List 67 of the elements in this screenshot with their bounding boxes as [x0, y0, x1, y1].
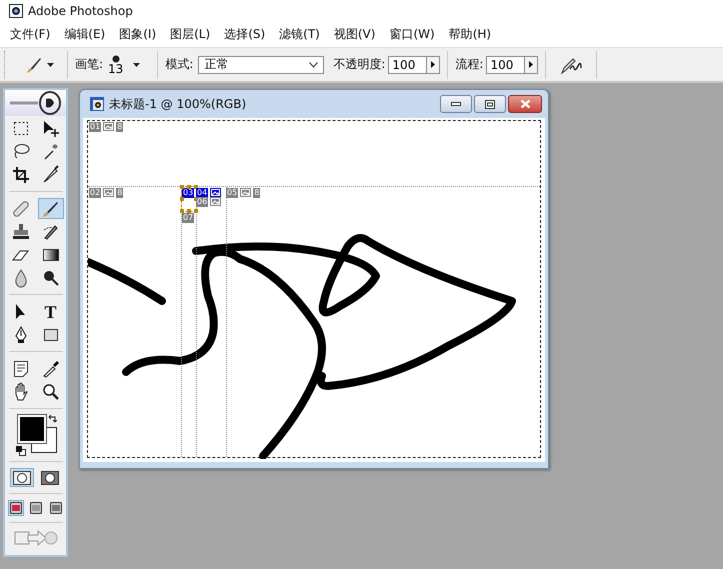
menu-item[interactable]: 帮助(H) — [448, 26, 492, 43]
slice-badge: 8 — [116, 188, 124, 198]
mode-dropdown[interactable]: 正常 — [198, 56, 324, 74]
foreground-color-swatch[interactable] — [18, 415, 46, 443]
mask-mode-button[interactable] — [10, 468, 34, 487]
slice-number: 03 — [182, 188, 194, 198]
slice-number: 04 — [196, 188, 208, 198]
window-icon — [30, 502, 42, 514]
triangle-icon — [431, 61, 436, 68]
slice-number: 02 — [89, 188, 102, 198]
brush-size: 13 — [108, 62, 124, 74]
tool-button[interactable]: T — [38, 301, 64, 322]
standard-mode-icon — [12, 470, 30, 484]
mode-label: 模式: — [165, 56, 194, 73]
slice-number: 05 — [226, 188, 238, 198]
swap-arrows-icon[interactable] — [46, 414, 56, 424]
document-title: 未标题-1 @ 100%(RGB) — [109, 96, 246, 112]
menu-item[interactable]: 编辑(E) — [64, 26, 106, 43]
window-icon — [50, 502, 62, 514]
screen-mode-button[interactable] — [8, 500, 24, 516]
app-title: Adobe Photoshop — [28, 4, 133, 18]
menu-item[interactable]: 选择(S) — [224, 26, 266, 43]
default-colors-icon[interactable] — [16, 446, 26, 456]
maximize-icon — [485, 100, 495, 108]
stamp-icon — [10, 222, 30, 242]
slice-number: 06 — [196, 197, 208, 207]
menu-item[interactable]: 文件(F) — [10, 26, 50, 43]
jump-arrow-icon — [14, 529, 58, 547]
tool-button[interactable] — [38, 198, 64, 219]
menu-item[interactable]: 视图(V) — [334, 26, 376, 43]
minimize-icon — [451, 102, 461, 106]
slice-knife-icon — [40, 164, 60, 184]
app-icon — [9, 4, 23, 18]
slider-popup-button[interactable] — [524, 56, 538, 74]
chevron-icon — [309, 62, 318, 68]
menu-item[interactable]: 窗口(W) — [389, 26, 435, 43]
eyedropper-icon — [40, 358, 60, 378]
screen-mode-button[interactable] — [28, 500, 44, 516]
close-button[interactable] — [508, 95, 542, 113]
triangle-icon — [529, 61, 534, 68]
slice-badge: 8 — [253, 188, 260, 198]
brush-picker[interactable]: 13 — [108, 54, 140, 74]
flow-label: 流程: — [455, 56, 484, 73]
caret-icon — [47, 62, 54, 66]
flow-field[interactable]: 100 — [486, 56, 526, 74]
close-icon — [520, 99, 530, 109]
maximize-button[interactable] — [474, 95, 506, 113]
quick-mask-icon — [40, 470, 58, 484]
crop-icon — [10, 164, 30, 184]
window-icon — [10, 502, 22, 514]
screen-mode-button[interactable] — [48, 500, 64, 516]
document-icon — [89, 96, 105, 112]
menu-item[interactable]: 图象(I) — [119, 26, 156, 43]
opacity-field[interactable]: 100 — [388, 56, 428, 74]
menu-item[interactable]: 图层(L) — [170, 26, 210, 43]
caret-icon — [133, 62, 140, 66]
opacity-label: 不透明度: — [333, 56, 386, 73]
brush-icon — [25, 56, 43, 74]
slice-badge: 8 — [116, 122, 124, 132]
slice-number: 01 — [89, 122, 102, 132]
slice-number: 07 — [182, 213, 194, 223]
zoom-icon — [40, 382, 60, 402]
brush-tip-icon — [112, 54, 120, 62]
slider-popup-button[interactable] — [426, 56, 440, 74]
menu-item[interactable]: 滤镜(T) — [279, 26, 320, 43]
minimize-button[interactable] — [440, 95, 472, 113]
brush-label: 画笔: — [75, 56, 104, 73]
